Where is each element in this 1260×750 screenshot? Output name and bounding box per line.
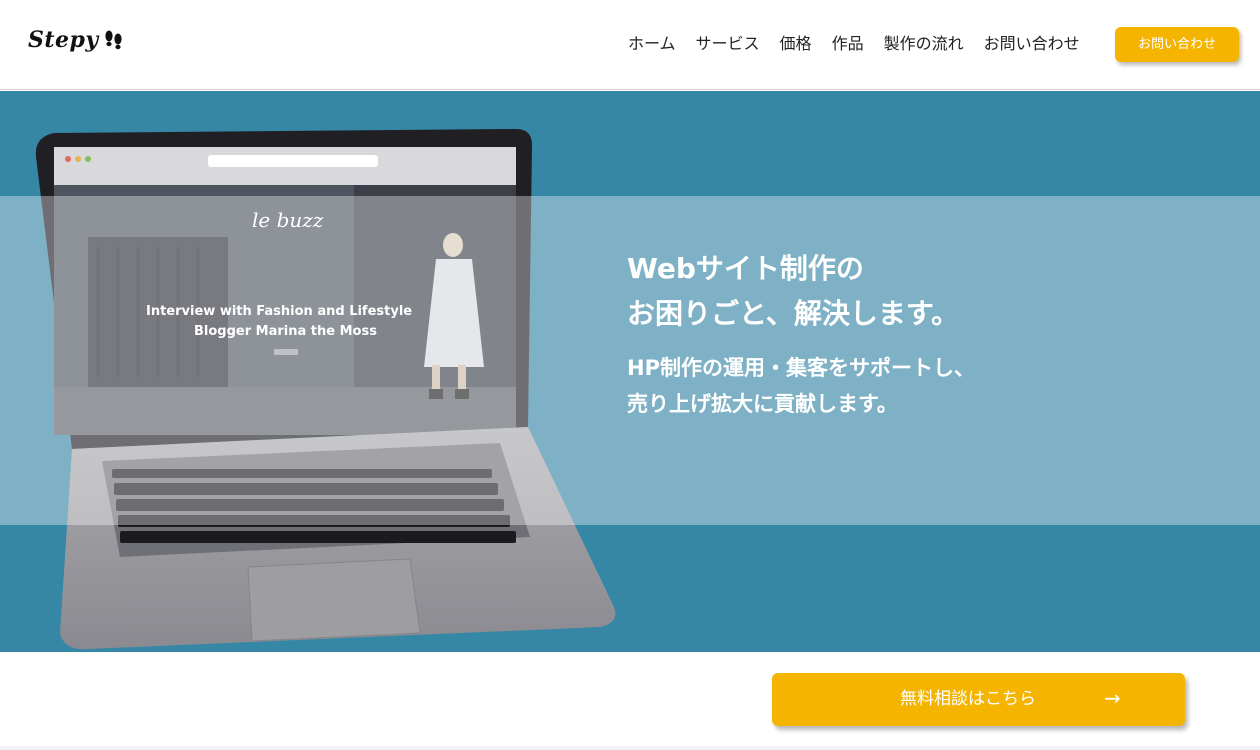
hero-subtitle-line-1: HP制作の運用・集客をサポートし、 [627,356,975,380]
nav-works[interactable]: 作品 [832,32,864,56]
nav-contact[interactable]: お問い合わせ [984,32,1080,56]
footprints-icon [105,30,122,50]
hero-subtitle: HP制作の運用・集客をサポートし、 売り上げ拡大に貢献します。 [627,350,975,422]
contact-button[interactable]: お問い合わせ [1115,27,1239,62]
main-nav: ホーム サービス 価格 作品 製作の流れ お問い合わせ [628,32,1080,56]
free-consultation-label: 無料相談はこちら [900,689,1036,709]
logo-text: Stepy [28,27,99,53]
hero-title-line-1: Webサイト制作の [627,252,864,285]
nav-flow[interactable]: 製作の流れ [884,32,964,56]
hero-title-line-2: お困りごと、解決します。 [627,297,960,330]
nav-home[interactable]: ホーム [628,32,676,56]
nav-service[interactable]: サービス [696,32,760,56]
hero-subtitle-line-2: 売り上げ拡大に貢献します。 [627,392,898,416]
site-logo[interactable]: Stepy [28,27,125,53]
nav-price[interactable]: 価格 [780,32,812,56]
hero-section: le buzz Interview with Fashion and Lifes… [0,91,1260,652]
arrow-right-icon: → [1104,686,1121,710]
hero-text: Webサイト制作の お困りごと、解決します。 HP制作の運用・集客をサポートし、… [627,246,975,422]
free-consultation-button[interactable]: 無料相談はこちら → [772,673,1185,726]
site-header: Stepy ホーム サービス 価格 作品 製作の流れ お問い合わせ お問い合わせ [0,0,1260,90]
page-bottom-divider [0,746,1260,750]
